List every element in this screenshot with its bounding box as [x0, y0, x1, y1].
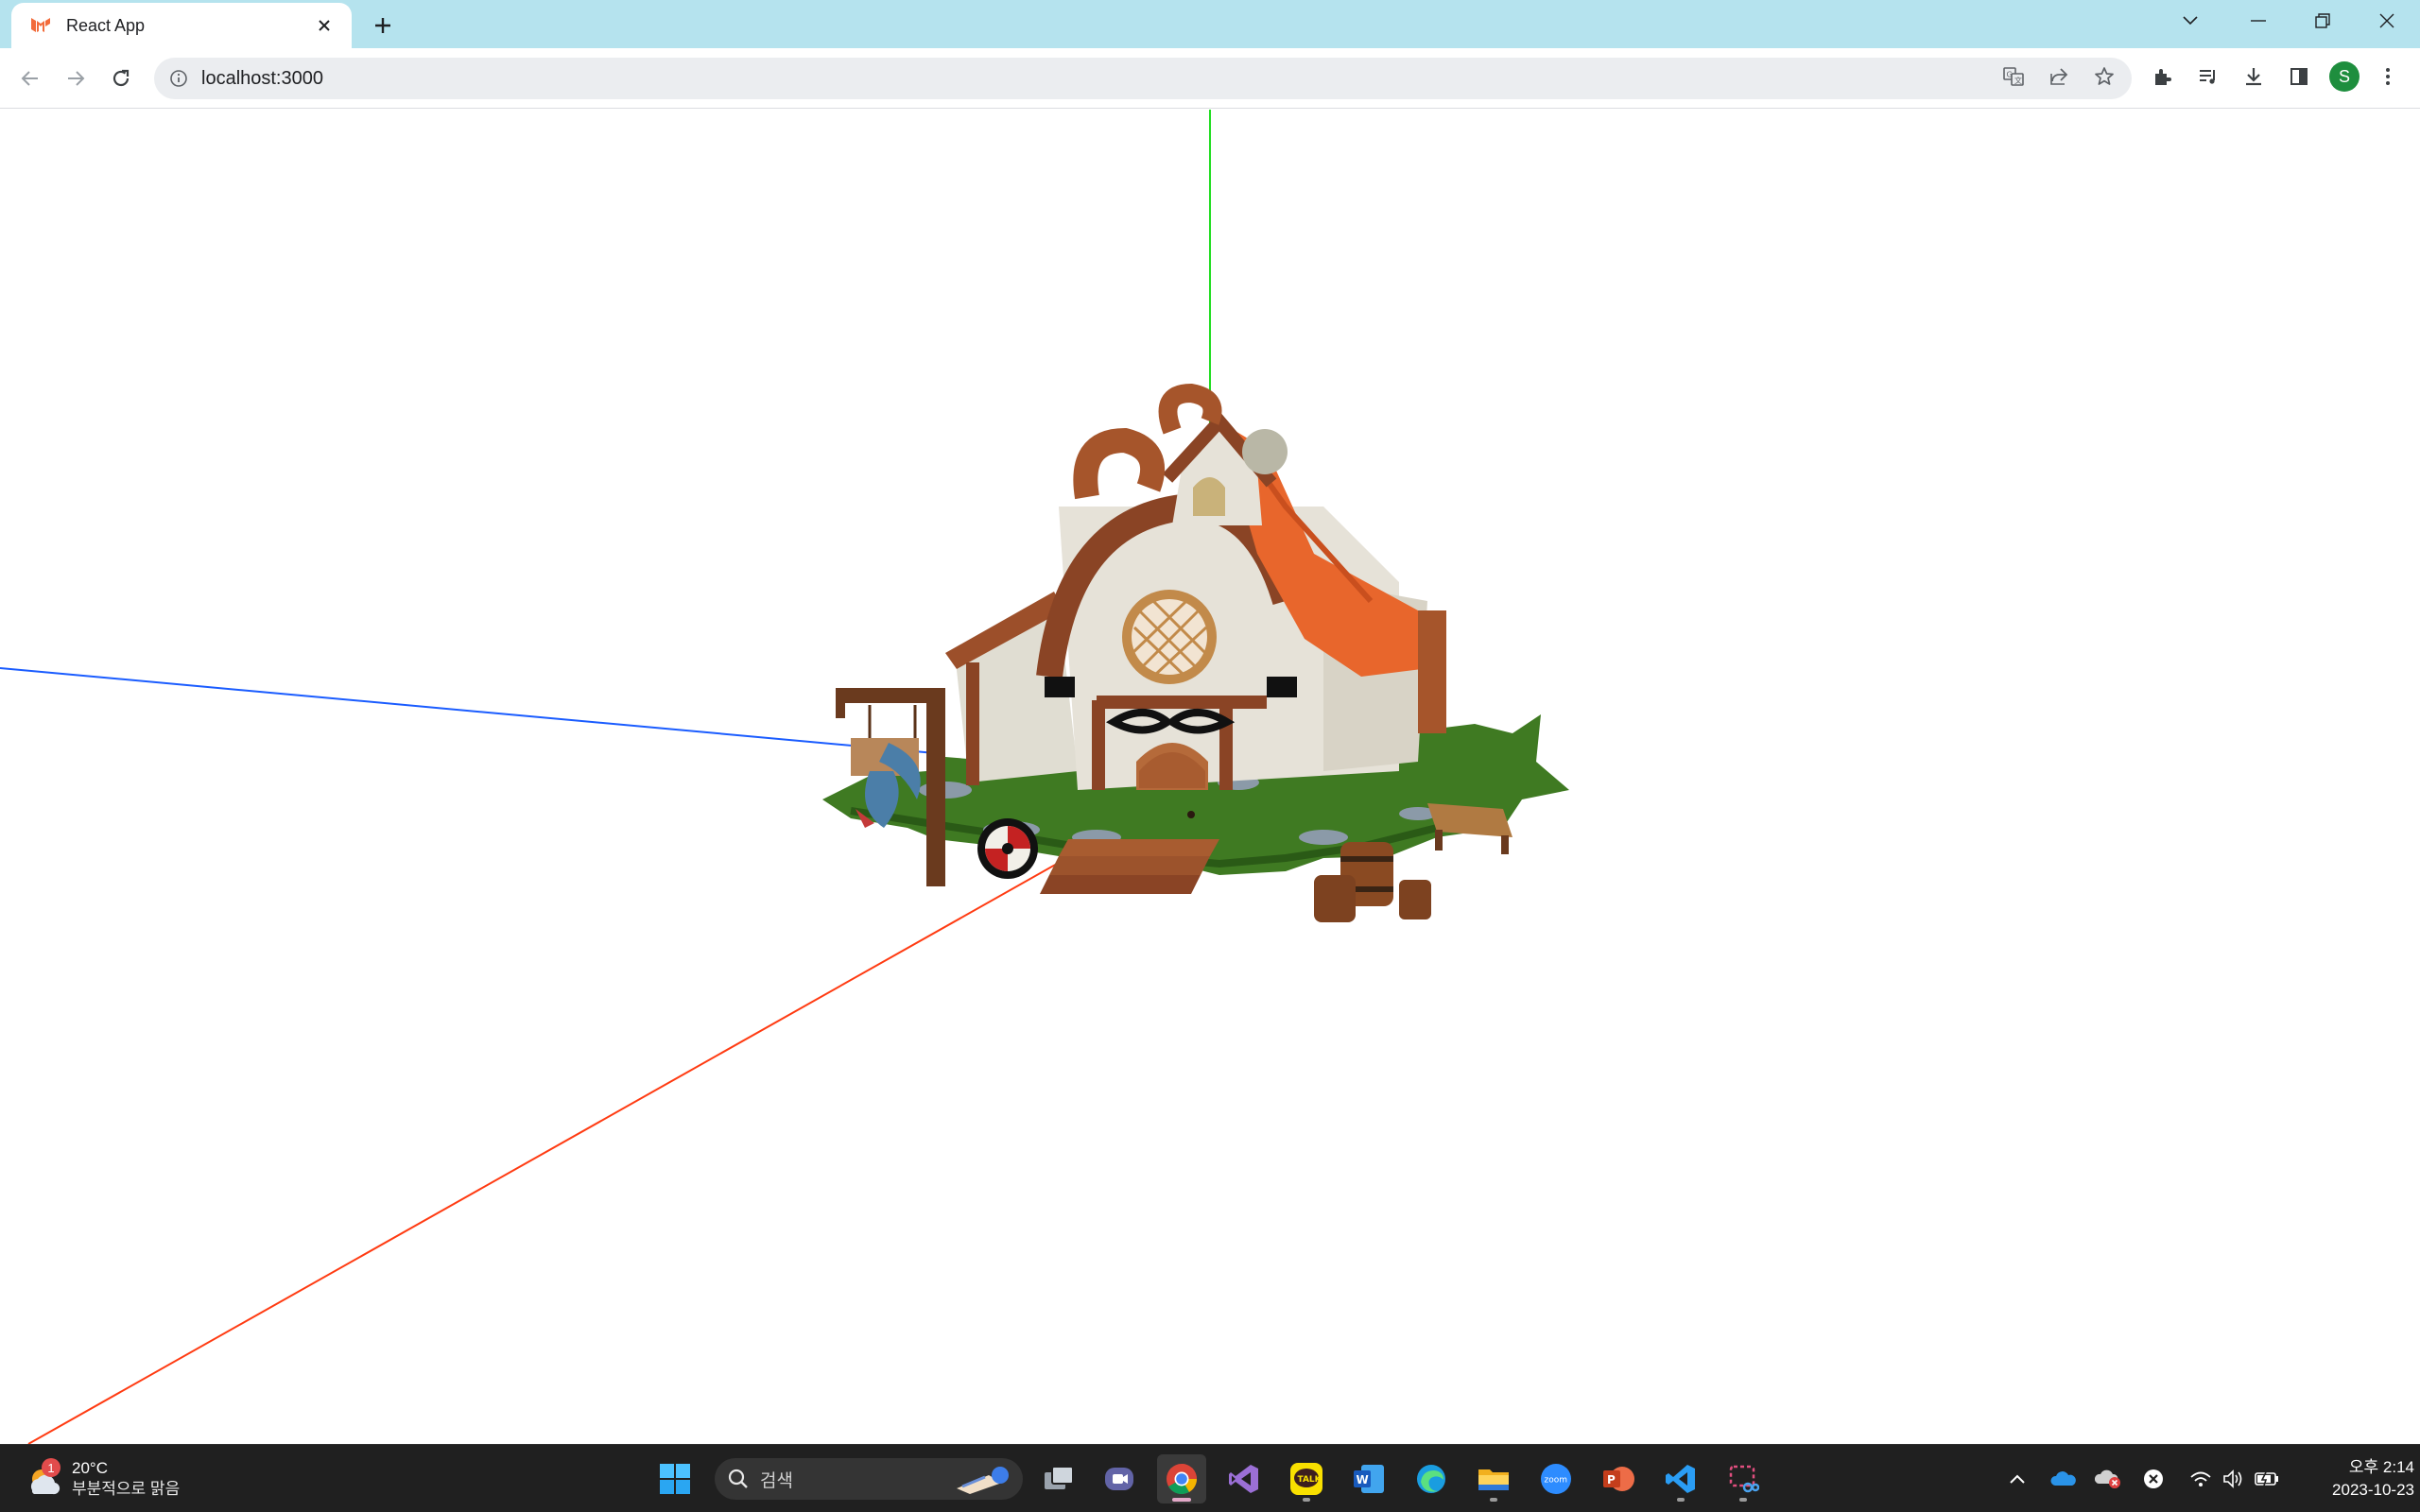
- weather-badge: 1: [42, 1458, 60, 1477]
- powerpoint-icon: P: [1603, 1467, 1634, 1491]
- search-highlight-icon: [957, 1467, 1009, 1494]
- taskbar-clock[interactable]: 오후 2:14 2023-10-23: [2291, 1456, 2414, 1502]
- visual-studio-button[interactable]: [1219, 1454, 1269, 1503]
- tab-title: React App: [66, 15, 146, 35]
- restore-button[interactable]: [2291, 0, 2354, 42]
- zoom-icon: zoom: [1541, 1464, 1571, 1494]
- forward-button[interactable]: [59, 61, 93, 95]
- zoom-button[interactable]: zoom: [1531, 1454, 1581, 1503]
- clock-time: 오후 2:14: [2348, 1458, 2414, 1476]
- weather-temperature: 20°C: [72, 1459, 108, 1477]
- volume-icon[interactable]: [2216, 1462, 2250, 1496]
- share-icon[interactable]: [2040, 58, 2078, 95]
- tab-search-icon[interactable]: [2159, 0, 2221, 42]
- axis-x-line: [27, 846, 1088, 1444]
- task-view-icon: [1045, 1466, 1074, 1489]
- new-tab-button[interactable]: [367, 9, 399, 42]
- partly-sunny-icon: 1: [21, 1458, 62, 1500]
- page-viewport: [0, 110, 2420, 1444]
- profile-initial: S: [2329, 61, 2360, 92]
- search-placeholder: 검색: [760, 1470, 793, 1491]
- chrome-taskbar-button[interactable]: [1157, 1454, 1206, 1503]
- visual-studio-icon: [1229, 1465, 1258, 1493]
- minimize-button[interactable]: [2227, 0, 2290, 42]
- side-panel-icon[interactable]: [2280, 58, 2318, 95]
- address-bar[interactable]: localhost:3000: [154, 58, 2132, 99]
- edge-button[interactable]: [1407, 1454, 1456, 1503]
- more-menu-icon[interactable]: [2369, 58, 2407, 95]
- profile-avatar[interactable]: S: [2325, 58, 2363, 95]
- snipping-tool-button[interactable]: [1719, 1454, 1768, 1503]
- weather-widget[interactable]: 1 20°C 부분적으로 맑음: [21, 1452, 229, 1505]
- teams-chat-icon: [1105, 1468, 1133, 1490]
- task-view-button[interactable]: [1034, 1454, 1083, 1503]
- downloads-icon[interactable]: [2235, 58, 2273, 95]
- folder-icon: [1478, 1469, 1509, 1490]
- start-button[interactable]: [650, 1454, 700, 1503]
- snipping-tool-icon: [1729, 1465, 1759, 1493]
- wifi-icon[interactable]: [2184, 1462, 2218, 1496]
- tab-strip: React App: [0, 0, 2420, 48]
- edge-icon: [1417, 1465, 1445, 1493]
- cloud-error-icon[interactable]: [2091, 1462, 2125, 1496]
- svg-text:G: G: [2007, 71, 2013, 79]
- browser-toolbar: localhost:3000 G文 S: [0, 48, 2420, 109]
- svg-text:zoom: zoom: [1545, 1476, 1568, 1486]
- extensions-icon[interactable]: [2144, 58, 2182, 95]
- house-model: [822, 383, 1569, 922]
- close-window-button[interactable]: [2356, 0, 2418, 42]
- vscode-icon: [1666, 1465, 1695, 1493]
- site-info-icon[interactable]: [167, 67, 190, 90]
- svg-text:TALK: TALK: [1298, 1475, 1322, 1485]
- word-button[interactable]: W: [1344, 1454, 1393, 1503]
- axis-z-line: [0, 667, 946, 755]
- file-explorer-button[interactable]: [1469, 1454, 1518, 1503]
- bookmark-star-icon[interactable]: [2085, 58, 2123, 95]
- kakaotalk-icon: TALK: [1290, 1463, 1322, 1495]
- show-hidden-icons-icon[interactable]: [2000, 1462, 2034, 1496]
- mui-logo-icon: [28, 13, 53, 38]
- tab-react-app[interactable]: React App: [11, 3, 352, 48]
- windows-logo-icon: [660, 1464, 690, 1494]
- url-text: localhost:3000: [201, 67, 323, 89]
- reload-button[interactable]: [104, 61, 138, 95]
- onedrive-icon[interactable]: [2046, 1462, 2080, 1496]
- back-button[interactable]: [13, 61, 47, 95]
- tab-close-icon[interactable]: [312, 13, 337, 38]
- three-canvas[interactable]: [0, 110, 2420, 1444]
- taskbar-search[interactable]: 검색: [715, 1458, 1023, 1500]
- clock-date: 2023-10-23: [2332, 1481, 2414, 1499]
- search-icon: [728, 1469, 748, 1488]
- translate-icon[interactable]: G文: [1995, 58, 2032, 95]
- powerpoint-button[interactable]: P: [1594, 1454, 1643, 1503]
- vscode-button[interactable]: [1656, 1454, 1705, 1503]
- teams-chat-button[interactable]: [1095, 1454, 1144, 1503]
- chrome-icon: [1167, 1464, 1197, 1495]
- battery-icon[interactable]: [2250, 1462, 2284, 1496]
- svg-text:W: W: [1357, 1473, 1369, 1486]
- svg-text:P: P: [1607, 1473, 1616, 1486]
- close-circle-icon[interactable]: [2136, 1462, 2170, 1496]
- kakaotalk-button[interactable]: TALK: [1282, 1454, 1331, 1503]
- taskbar: 1 20°C 부분적으로 맑음 검색 TALK W zoom P 오후 2:14…: [0, 1444, 2420, 1512]
- weather-condition: 부분적으로 맑음: [72, 1480, 181, 1498]
- word-icon: W: [1354, 1465, 1384, 1493]
- media-controls-icon[interactable]: [2189, 58, 2227, 95]
- svg-text:文: 文: [2014, 76, 2022, 85]
